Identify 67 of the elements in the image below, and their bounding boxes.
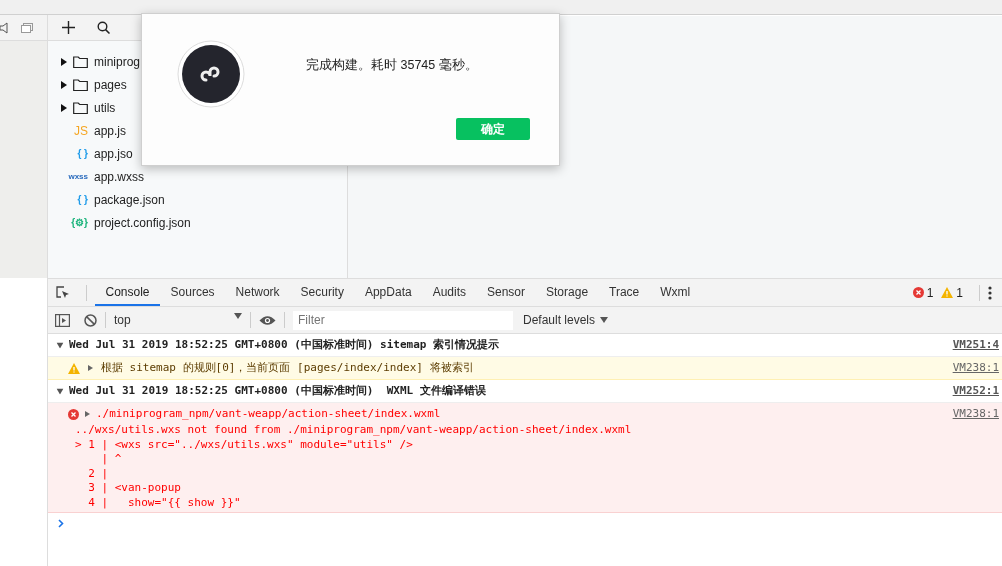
- window-icon[interactable]: [20, 21, 34, 34]
- eye-icon[interactable]: [259, 314, 276, 326]
- config-file-icon: {⚙}: [71, 217, 88, 228]
- sidebar-toggle-icon[interactable]: [55, 313, 70, 327]
- devtools-tab[interactable]: Trace: [598, 279, 650, 306]
- expand-arrow-icon[interactable]: [61, 57, 67, 66]
- error-code-line: 2 |: [87, 466, 110, 481]
- devtools-tab[interactable]: Security: [290, 279, 355, 306]
- filter-input[interactable]: Filter: [293, 310, 513, 330]
- error-code-line: ../wxs/utils.wxs not found from ./miniprogram_npm/vant-weapp/action-sheet/index.wxml: [75, 423, 632, 438]
- inspect-cursor-icon[interactable]: [56, 285, 70, 300]
- console-prompt-icon[interactable]: [58, 519, 64, 528]
- warning-icon: [68, 362, 80, 374]
- dropdown-arrow-icon: [234, 313, 242, 319]
- source-link[interactable]: VM252:1: [952, 382, 999, 400]
- file-name[interactable]: pages: [94, 77, 127, 92]
- group-toggle-icon[interactable]: [56, 342, 64, 349]
- file-name[interactable]: app.jso: [94, 146, 133, 161]
- file-name[interactable]: miniprog: [94, 54, 141, 69]
- devtools-tab[interactable]: Sensor: [476, 279, 536, 306]
- group-toggle-icon[interactable]: [56, 388, 64, 395]
- stylesheet-file-icon: wxss: [68, 172, 88, 181]
- error-count: 1: [926, 285, 934, 300]
- plus-icon[interactable]: [62, 21, 75, 34]
- error-code-line: 3 | <van-popup: [87, 481, 182, 496]
- devtools-tab[interactable]: Sources: [160, 279, 226, 306]
- warning-icon: [941, 287, 954, 298]
- javascript-file-icon: JS: [74, 123, 88, 138]
- expand-arrow-icon[interactable]: [61, 80, 67, 89]
- source-link[interactable]: VM238:1: [952, 405, 999, 423]
- braces-icon: { }: [77, 194, 88, 205]
- devtools-tab[interactable]: AppData: [354, 279, 423, 306]
- devtools-tab[interactable]: Network: [225, 279, 291, 306]
- error-icon: [912, 287, 924, 298]
- devtools-tab[interactable]: Audits: [422, 279, 477, 306]
- warning-message: 根据 sitemap 的规则[0]，当前页面 [pages/index/index] 将被索引: [101, 360, 474, 376]
- dropdown-arrow-icon: [600, 317, 609, 323]
- folder-icon: [73, 78, 88, 91]
- braces-icon: { }: [77, 148, 88, 159]
- error-code-line: 4 | show="{{ show }}": [87, 495, 242, 510]
- devtools-tab[interactable]: Wxml: [649, 279, 701, 306]
- source-link[interactable]: VM251:4: [952, 336, 999, 354]
- app-logo-icon: [177, 40, 245, 108]
- devtools-tab[interactable]: Storage: [535, 279, 599, 306]
- group-title: Wed Jul 31 2019 18:52:25 GMT+0800 (中国标准时间) WXML 文件编译错误: [69, 383, 486, 399]
- folder-icon: [73, 55, 88, 68]
- error-icon: [68, 409, 79, 420]
- search-icon[interactable]: [97, 21, 110, 34]
- warning-count: 1: [956, 285, 963, 300]
- error-code-line: > 1 | <wxs src="../wxs/utils.wxs" module="utils" />: [75, 437, 414, 452]
- log-levels-dropdown[interactable]: Default levels: [517, 312, 615, 328]
- clear-console-icon[interactable]: [84, 313, 97, 327]
- expand-arrow-icon[interactable]: [61, 103, 67, 112]
- file-name[interactable]: app.js: [94, 123, 127, 138]
- more-menu-icon[interactable]: [988, 285, 992, 300]
- file-name[interactable]: app.wxss: [94, 169, 145, 184]
- file-name[interactable]: package.json: [94, 192, 165, 207]
- speaker-icon[interactable]: [0, 21, 8, 34]
- folder-icon: [73, 101, 88, 114]
- file-name[interactable]: project.config.json: [94, 215, 191, 230]
- file-name[interactable]: utils: [94, 100, 116, 115]
- context-dropdown[interactable]: top: [114, 313, 242, 327]
- group-title: Wed Jul 31 2019 18:52:25 GMT+0800 (中国标准时间) sitemap 索引情况提示: [69, 337, 499, 353]
- error-message: ./miniprogram_npm/vant-weapp/action-sheet/index.wxml: [96, 406, 441, 422]
- source-link[interactable]: VM238:1: [952, 359, 999, 377]
- dialog-message: 完成构建。耗时 35745 毫秒。: [306, 57, 478, 74]
- error-code-line: | ^: [100, 452, 123, 467]
